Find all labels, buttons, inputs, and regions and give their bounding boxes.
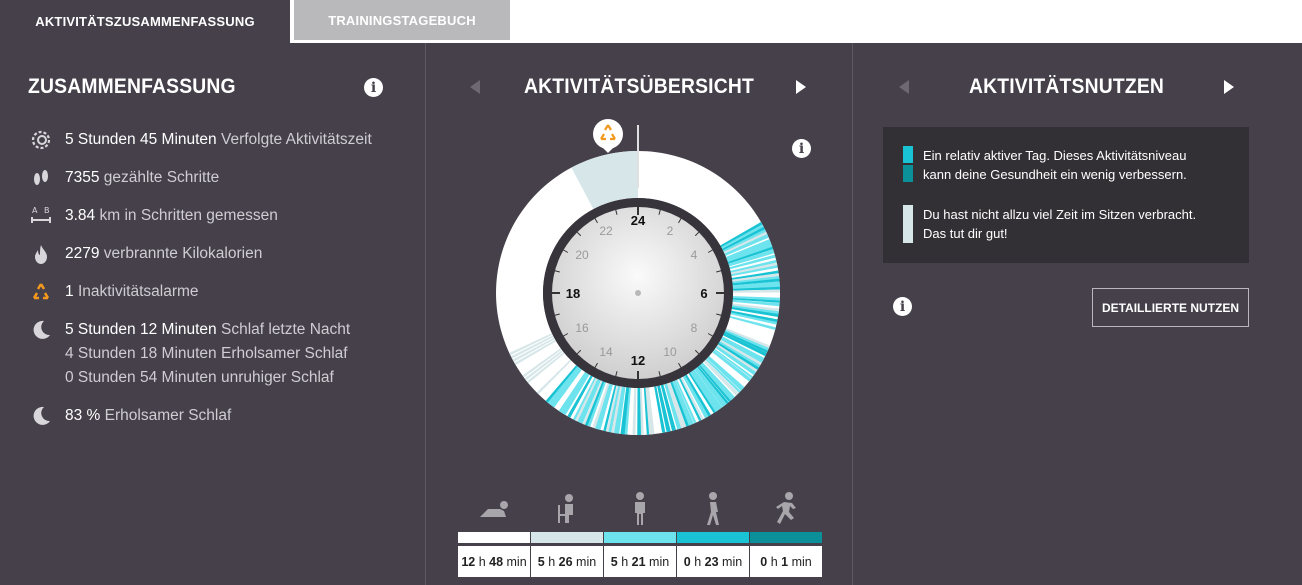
- tab-bar: AKTIVITÄTSZUSAMMENFASSUNG TRAININGSTAGEB…: [0, 0, 1302, 43]
- distance-label: km in Schritten gemessen: [99, 207, 278, 224]
- clock-label-22: 22: [599, 224, 613, 238]
- steps-value: 7355: [65, 169, 100, 186]
- prev-arrow-icon[interactable]: [470, 80, 480, 94]
- info-icon[interactable]: i: [893, 297, 912, 316]
- clock-label-4: 4: [691, 248, 698, 262]
- lying-color-strip: [458, 532, 530, 543]
- activity-color-swatch: [903, 146, 913, 184]
- activity-clock: 24 2 4 6 8 10 12 14 16 18 20 22: [496, 119, 781, 435]
- restful-sleep-text: 4 Stunden 18 Minuten Erholsamer Schlaf: [65, 345, 348, 362]
- inactivity-row: 1 Inaktivitätsalarme: [28, 280, 199, 304]
- running-icon: [750, 488, 822, 530]
- info-icon[interactable]: i: [364, 78, 383, 97]
- sitting-color-swatch: [903, 205, 913, 243]
- benefit-message-sitting: Du hast nicht allzu viel Zeit im Sitzen …: [903, 205, 1196, 243]
- standing-icon: [604, 488, 676, 530]
- svg-text:A: A: [32, 206, 38, 215]
- clock-label-6: 6: [700, 286, 707, 301]
- clock-center: [635, 290, 641, 296]
- sleep-quality-row: 83 % Erholsamer Schlaf: [28, 404, 231, 428]
- benefit-title: AKTIVITÄTSNUTZEN: [969, 75, 1165, 98]
- benefit-message-1-line-2: kann deine Gesundheit ein wenig verbesse…: [923, 167, 1187, 182]
- detailed-benefits-button[interactable]: DETAILLIERTE NUTZEN: [1092, 288, 1249, 327]
- clock-label-12: 12: [631, 353, 645, 368]
- inactivity-label: Inaktivitätsalarme: [77, 283, 199, 300]
- footprints-icon: [28, 166, 54, 190]
- sitting-icon: [531, 488, 603, 530]
- walking-time-value: 0 h 23 min: [677, 546, 749, 577]
- distance-row: AB 3.84 km in Schritten gemessen: [28, 204, 278, 228]
- calories-label: verbrannte Kilokalorien: [103, 245, 263, 262]
- sleep-label: Schlaf letzte Nacht: [220, 321, 351, 338]
- sleep-row: 5 Stunden 12 Minuten Schlaf letzte Nacht…: [28, 318, 350, 390]
- next-arrow-icon[interactable]: [1224, 80, 1234, 94]
- moon-icon: [28, 318, 54, 342]
- standing-time-value: 5 h 21 min: [604, 546, 676, 577]
- inactivity-alert-marker[interactable]: [593, 119, 623, 153]
- clock-label-20: 20: [575, 248, 589, 262]
- overview-title: AKTIVITÄTSÜBERSICHT: [524, 75, 754, 98]
- sleep-quality-value: 83 %: [65, 407, 101, 424]
- clock-label-10: 10: [663, 345, 677, 359]
- flame-icon: [28, 242, 54, 266]
- benefit-message-2-line-2: Das tut dir gut!: [923, 226, 1008, 241]
- clock-label-18: 18: [566, 286, 580, 301]
- inactivity-value: 1: [65, 283, 74, 300]
- benefit-panel: AKTIVITÄTSNUTZEN Ein relativ aktiver Tag…: [852, 43, 1302, 585]
- clock-label-16: 16: [575, 321, 589, 335]
- summary-title: ZUSAMMENFASSUNG: [28, 75, 236, 98]
- activity-ring-icon: [28, 128, 54, 152]
- distance-ab-icon: AB: [28, 204, 54, 228]
- lying-time-value: 12 h 48 min: [458, 546, 530, 577]
- lying-down-icon: [458, 488, 530, 530]
- tracked-time-label: Verfolgte Aktivitätszeit: [220, 131, 372, 148]
- clock-label-8: 8: [691, 321, 698, 335]
- sleep-value: 5 Stunden 12 Minuten: [65, 321, 217, 338]
- clock-label-24: 24: [631, 213, 646, 228]
- steps-row: 7355 gezählte Schritte: [28, 166, 219, 190]
- walking-color-strip: [677, 532, 749, 543]
- tracked-time-value: 5 Stunden 45 Minuten: [65, 131, 217, 148]
- next-arrow-icon[interactable]: [796, 80, 806, 94]
- running-time-value: 0 h 1 min: [750, 546, 822, 577]
- standing-color-strip: [604, 532, 676, 543]
- calories-value: 2279: [65, 245, 100, 262]
- clock-label-2: 2: [667, 224, 674, 238]
- moon-icon: [28, 404, 54, 428]
- benefit-message-activity: Ein relativ aktiver Tag. Dieses Aktivitä…: [903, 146, 1187, 184]
- sitting-color-strip: [531, 532, 603, 543]
- tab-activity-summary[interactable]: AKTIVITÄTSZUSAMMENFASSUNG: [0, 0, 290, 43]
- svg-text:B: B: [44, 206, 50, 215]
- prev-arrow-icon[interactable]: [899, 80, 909, 94]
- clock-label-14: 14: [599, 345, 613, 359]
- benefit-legend: Ein relativ aktiver Tag. Dieses Aktivitä…: [883, 127, 1249, 263]
- tracked-time-row: 5 Stunden 45 Minuten Verfolgte Aktivität…: [28, 128, 372, 152]
- sitting-time-value: 5 h 26 min: [531, 546, 603, 577]
- running-color-strip: [750, 532, 822, 543]
- summary-panel: ZUSAMMENFASSUNG i 5 Stunden 45 Minuten V…: [0, 43, 424, 585]
- distance-value: 3.84: [65, 207, 96, 224]
- benefit-message-2-line-1: Du hast nicht allzu viel Zeit im Sitzen …: [923, 207, 1197, 222]
- inactivity-alert-icon: [28, 280, 54, 304]
- tab-training-diary[interactable]: TRAININGSTAGEBUCH: [294, 0, 510, 40]
- sleep-quality-label: Erholsamer Schlaf: [104, 407, 232, 424]
- restless-sleep-text: 0 Stunden 54 Minuten unruhiger Schlaf: [65, 369, 334, 386]
- overview-panel: AKTIVITÄTSÜBERSICHT i 24 2 4 6 8 10 12 1…: [425, 43, 851, 585]
- walking-icon: [677, 488, 749, 530]
- calories-row: 2279 verbrannte Kilokalorien: [28, 242, 262, 266]
- benefit-message-1-line-1: Ein relativ aktiver Tag. Dieses Aktivitä…: [923, 148, 1187, 163]
- steps-label: gezählte Schritte: [103, 169, 220, 186]
